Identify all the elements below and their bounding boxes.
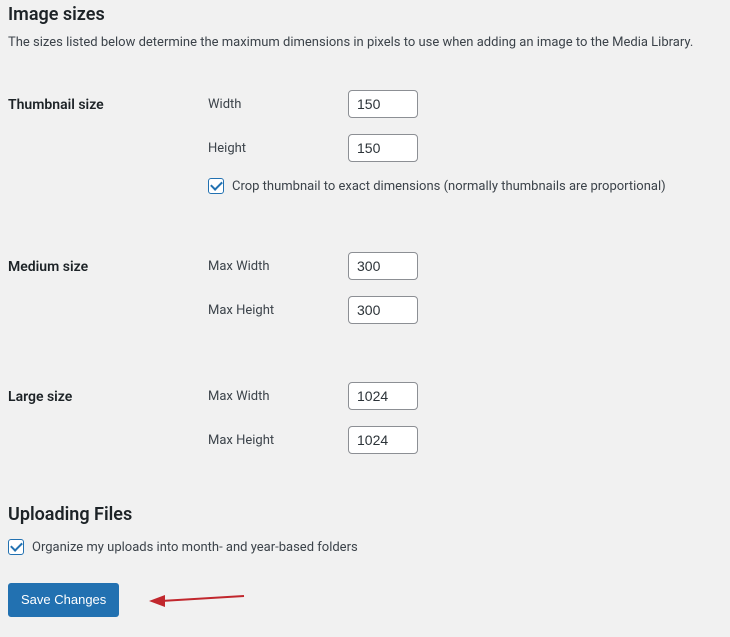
thumbnail-crop-checkbox[interactable] [208,178,224,194]
medium-height-input[interactable] [348,296,418,324]
organize-uploads-label[interactable]: Organize my uploads into month- and year… [32,540,358,555]
row-title-thumbnail: Thumbnail size [8,82,208,202]
arrow-annotation-icon [149,591,249,611]
large-height-input[interactable] [348,426,418,454]
large-height-label: Max Height [208,433,348,448]
medium-width-label: Max Width [208,259,348,274]
large-width-input[interactable] [348,382,418,410]
row-title-large: Large size [8,374,208,462]
thumbnail-height-input[interactable] [348,134,418,162]
organize-uploads-checkbox[interactable] [8,539,24,555]
row-title-medium: Medium size [8,244,208,332]
row-thumbnail: Thumbnail size Width Height Crop thumbna… [8,82,722,202]
thumbnail-crop-label[interactable]: Crop thumbnail to exact dimensions (norm… [232,179,666,194]
large-width-label: Max Width [208,389,348,404]
section-heading-image-sizes: Image sizes [8,4,722,25]
medium-height-label: Max Height [208,303,348,318]
settings-table: Thumbnail size Width Height Crop thumbna… [8,82,722,462]
section-heading-uploading: Uploading Files [8,504,722,525]
section-description: The sizes listed below determine the max… [8,35,722,50]
row-large: Large size Max Width Max Height [8,374,722,462]
thumbnail-width-label: Width [208,97,348,112]
thumbnail-width-input[interactable] [348,90,418,118]
thumbnail-height-label: Height [208,141,348,156]
row-medium: Medium size Max Width Max Height [8,244,722,332]
medium-width-input[interactable] [348,252,418,280]
save-button[interactable]: Save Changes [8,583,119,617]
